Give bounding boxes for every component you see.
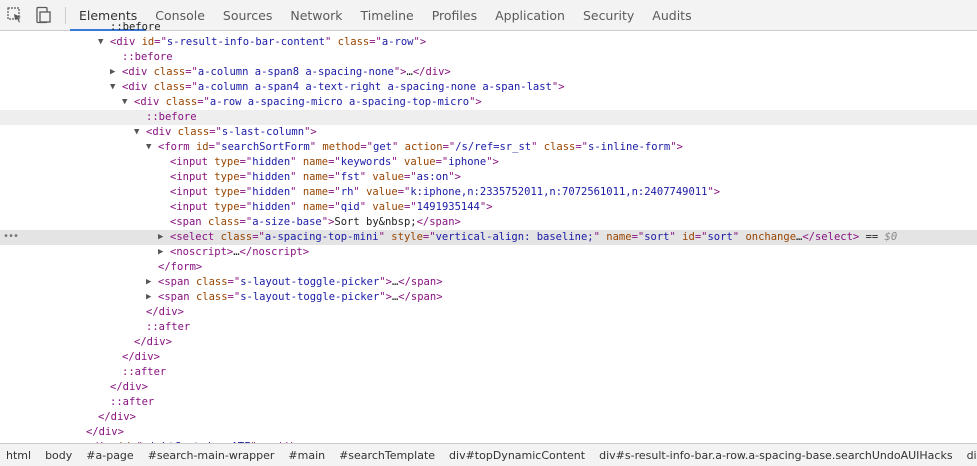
dom-node[interactable]: ▼ <div id="s-result-info-bar-content" cla…: [0, 35, 977, 50]
node-markup: ::before: [110, 21, 161, 33]
node-markup: <form id="searchSortForm" method="get" a…: [158, 141, 683, 153]
node-markup: <span class="s-layout-toggle-picker">…</…: [158, 291, 443, 303]
node-markup: </div>: [86, 426, 124, 438]
dom-node[interactable]: ▼ <form id="searchSortForm" method="get" …: [0, 140, 977, 155]
collapse-arrow-icon[interactable]: ▼: [110, 80, 115, 95]
node-markup: ::before: [122, 51, 173, 63]
dom-node[interactable]: <span class="a-size-base">Sort by&nbsp;<…: [0, 215, 977, 230]
breadcrumb-item[interactable]: div#s-result-info-bar-co: [961, 449, 977, 462]
node-markup: <div class="a-column a-span4 a-text-righ…: [122, 81, 565, 93]
collapse-arrow-icon[interactable]: ▼: [146, 140, 151, 155]
node-markup: <select class="a-spacing-top-mini" style…: [170, 231, 898, 243]
breadcrumb-item[interactable]: body: [39, 449, 80, 462]
dom-node[interactable]: </div>: [0, 305, 977, 320]
node-markup: <div class="a-column a-span8 a-spacing-n…: [122, 66, 451, 78]
dom-node[interactable]: </div>: [0, 410, 977, 425]
node-markup: <input type="hidden" name="keywords" val…: [170, 156, 499, 168]
node-markup: </div>: [146, 306, 184, 318]
dom-node[interactable]: ::after: [0, 320, 977, 335]
selected-dom-node[interactable]: ••• ▶ <select class="a-spacing-top-mini" s…: [0, 230, 977, 245]
breadcrumb-item[interactable]: div#s-result-info-bar.a-row.a-spacing-ba…: [593, 449, 960, 462]
breadcrumb-item[interactable]: #searchTemplate: [333, 449, 443, 462]
dom-node[interactable]: ::after: [0, 395, 977, 410]
dom-node[interactable]: ▼ <div class="a-column a-span4 a-text-rig…: [0, 80, 977, 95]
dom-node[interactable]: </div>: [0, 380, 977, 395]
expand-arrow-icon[interactable]: ▶: [146, 275, 151, 290]
node-markup: </div>: [110, 381, 148, 393]
expand-arrow-icon[interactable]: ▶: [146, 290, 151, 305]
dom-node[interactable]: </form>: [0, 260, 977, 275]
breadcrumb-item[interactable]: #search-main-wrapper: [142, 449, 283, 462]
dom-node[interactable]: ::after: [0, 365, 977, 380]
dom-node[interactable]: ▶ <div class="a-column a-span8 a-spacing-…: [0, 65, 977, 80]
node-markup: ::after: [146, 321, 191, 333]
more-options-icon[interactable]: •••: [3, 229, 19, 244]
dom-node[interactable]: ▼ <div class="s-last-column">: [0, 125, 977, 140]
expand-arrow-icon[interactable]: ▶: [110, 65, 115, 80]
dom-node[interactable]: ▶ <noscript>…</noscript>: [0, 245, 977, 260]
breadcrumb-item[interactable]: div#topDynamicContent: [443, 449, 593, 462]
node-markup: <div class="s-last-column">: [146, 126, 317, 138]
dom-node[interactable]: </div>: [0, 335, 977, 350]
node-markup: <input type="hidden" name="rh" value="k:…: [170, 186, 721, 198]
collapse-arrow-icon[interactable]: ▼: [122, 95, 127, 110]
dom-node[interactable]: ::before: [0, 20, 977, 35]
expand-arrow-icon[interactable]: ▶: [158, 230, 163, 245]
node-markup: <input type="hidden" name="qid" value="1…: [170, 201, 493, 213]
node-markup: <div class="a-row a-spacing-micro a-spac…: [134, 96, 482, 108]
dom-node[interactable]: ▶ <span class="s-layout-toggle-picker">…<…: [0, 290, 977, 305]
dom-tree: ::before ▼ <div id="s-result-info-bar-cont…: [0, 20, 977, 443]
dom-node[interactable]: </div>: [0, 350, 977, 365]
expand-arrow-icon[interactable]: ▶: [158, 245, 163, 260]
breadcrumb-item[interactable]: html: [0, 449, 39, 462]
dom-node[interactable]: ::before: [0, 110, 977, 125]
breadcrumb: html body #a-page #search-main-wrapper #main…: [0, 443, 977, 466]
collapse-arrow-icon[interactable]: ▼: [98, 35, 103, 50]
node-markup: </div>: [122, 351, 160, 363]
dom-node[interactable]: </div>: [0, 425, 977, 440]
dom-node[interactable]: ▶ <span class="s-layout-toggle-picker">…<…: [0, 275, 977, 290]
dom-node[interactable]: ▼ <div class="a-row a-spacing-micro a-spa…: [0, 95, 977, 110]
node-markup: <span class="a-size-base">Sort by&nbsp;<…: [170, 216, 461, 228]
dom-node[interactable]: <input type="hidden" name="keywords" val…: [0, 155, 977, 170]
dom-node[interactable]: <input type="hidden" name="rh" value="k:…: [0, 185, 977, 200]
dom-node[interactable]: ::before: [0, 50, 977, 65]
dom-node[interactable]: <input type="hidden" name="fst" value="a…: [0, 170, 977, 185]
node-markup: </form>: [158, 261, 203, 273]
node-markup: ::before: [146, 111, 197, 123]
node-markup: </div>: [98, 411, 136, 423]
node-markup: <span class="s-layout-toggle-picker">…</…: [158, 276, 443, 288]
node-markup: <input type="hidden" name="fst" value="a…: [170, 171, 461, 183]
breadcrumb-item[interactable]: #a-page: [80, 449, 141, 462]
node-markup: ::after: [122, 366, 167, 378]
node-markup: </div>: [134, 336, 172, 348]
breadcrumb-item[interactable]: #main: [282, 449, 333, 462]
node-markup: <div id="s-result-info-bar-content" clas…: [110, 36, 427, 48]
collapse-arrow-icon[interactable]: ▼: [134, 125, 139, 140]
node-markup: <noscript>…</noscript>: [170, 246, 310, 258]
node-markup: ::after: [110, 396, 155, 408]
dom-node[interactable]: <input type="hidden" name="qid" value="1…: [0, 200, 977, 215]
